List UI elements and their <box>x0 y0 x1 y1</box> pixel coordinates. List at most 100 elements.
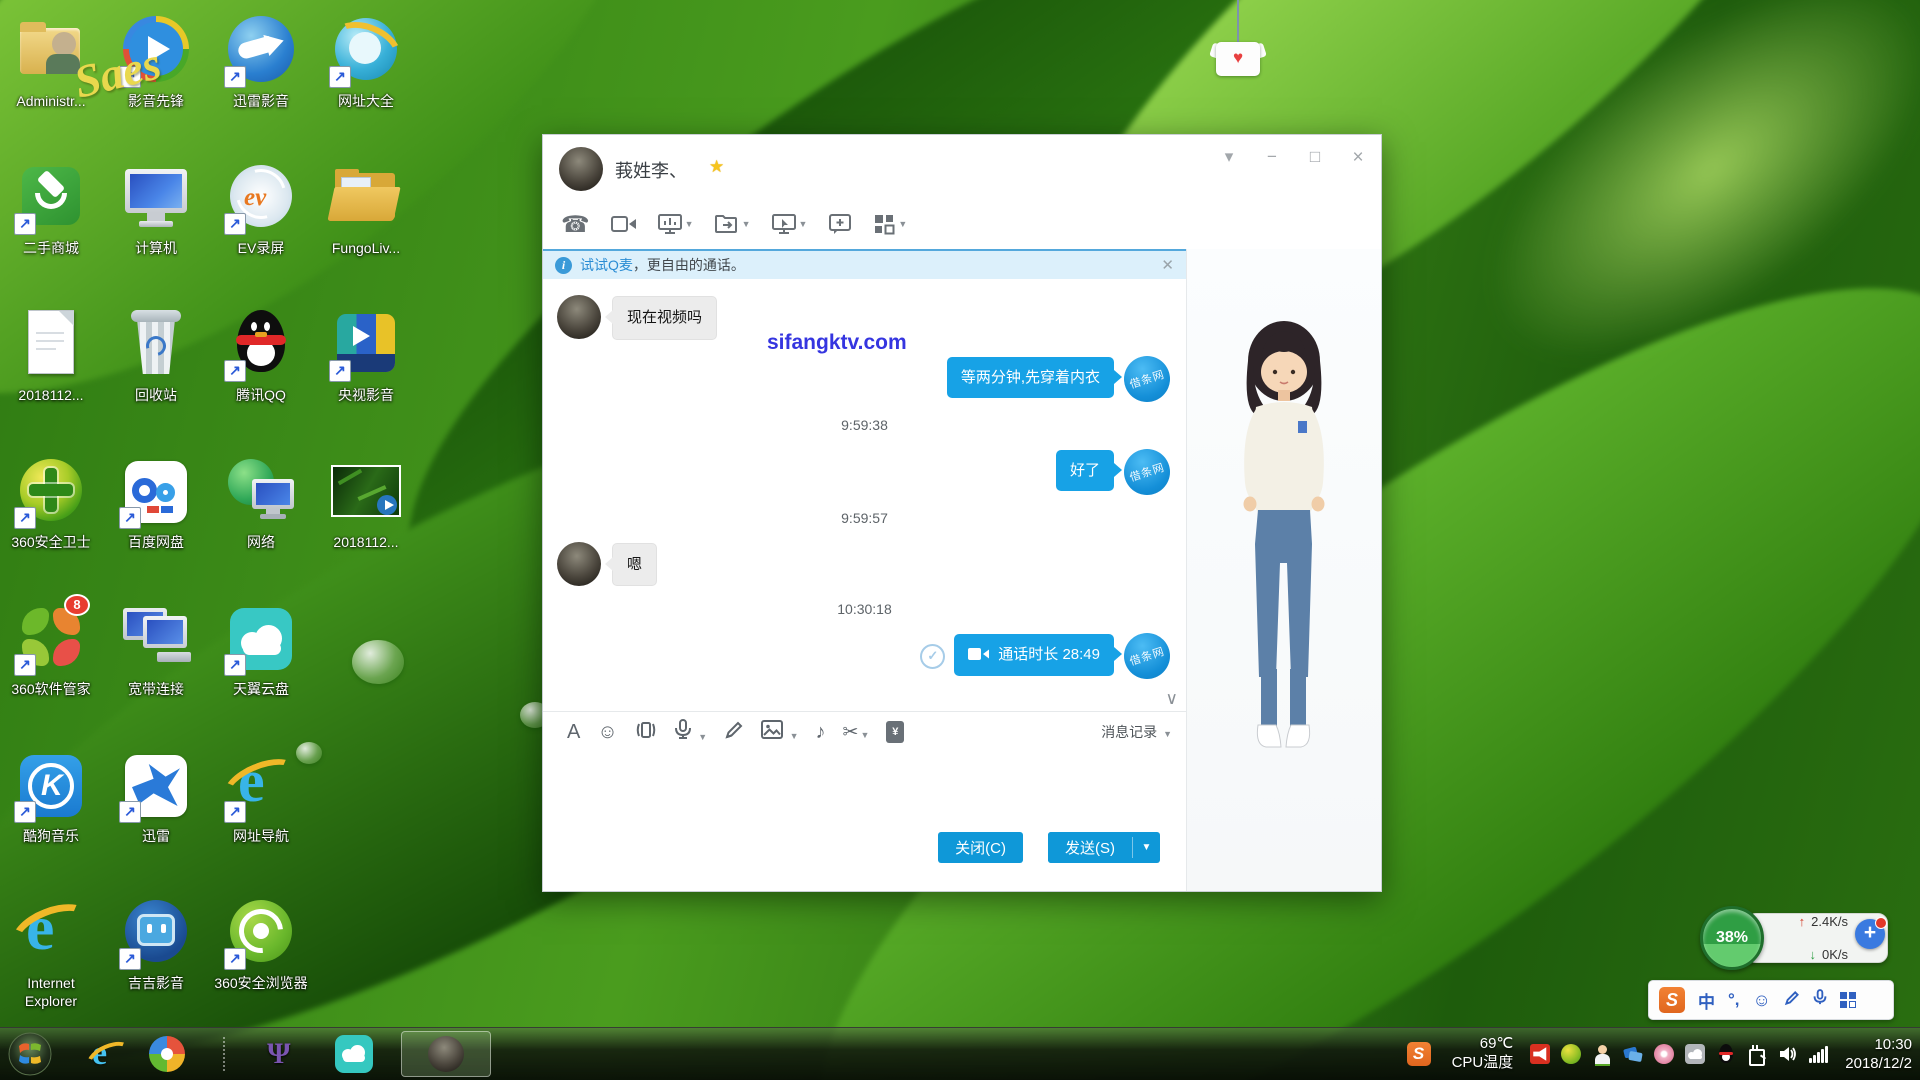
desktop-icon-document[interactable]: 2018112... <box>3 306 99 405</box>
maximize-icon[interactable]: □ <box>1306 147 1324 169</box>
peer-avatar[interactable] <box>557 542 601 586</box>
desktop-icon-network[interactable]: 网络 <box>213 453 309 552</box>
dropdown-caret-icon[interactable]: ▼ <box>1163 729 1172 739</box>
ime-voice-icon[interactable] <box>1813 989 1827 1011</box>
tray-network-signal-icon[interactable] <box>1809 1046 1828 1063</box>
taskbar-sogou-browser[interactable] <box>149 1036 185 1072</box>
message-input-area[interactable] <box>543 752 1186 826</box>
desktop-icon-web-nav[interactable]: ↗ 网址大全 <box>318 12 414 111</box>
desktop-icon-jiji[interactable]: ↗ 吉吉影音 <box>108 894 204 993</box>
memory-percent-ball[interactable]: 38% <box>1700 906 1764 970</box>
tray-ethernet-icon[interactable] <box>1747 1044 1767 1064</box>
dropdown-caret-icon[interactable]: ▼ <box>799 219 808 229</box>
font-icon[interactable]: A <box>567 721 580 744</box>
start-button[interactable] <box>8 1032 52 1076</box>
self-avatar[interactable]: 借条网 <box>1124 633 1170 679</box>
send-options-caret-icon[interactable]: ▼ <box>1133 832 1160 863</box>
desktop-icon-store360[interactable]: ↗ 8 360软件管家 <box>3 600 99 699</box>
close-icon[interactable]: × <box>1349 147 1367 169</box>
dropdown-caret-icon[interactable]: ▼ <box>898 219 907 229</box>
desktop-icon-video-file[interactable]: 2018112... <box>318 453 414 552</box>
desktop-icon-secondhand[interactable]: ↗ 二手商城 <box>3 159 99 258</box>
cpu-temperature[interactable]: 69℃ CPU温度 <box>1452 1035 1514 1073</box>
desktop-icon-ie-nav[interactable]: e ↗ 网址导航 <box>213 747 309 846</box>
desktop-icon-recycle-bin[interactable]: 回收站 <box>108 306 204 405</box>
desktop-icon-folder-live[interactable]: FungoLiv... <box>318 159 414 258</box>
sogou-logo-icon[interactable]: S <box>1659 987 1685 1013</box>
taskbar-active-chat-window[interactable] <box>401 1031 491 1077</box>
tray-flower-icon[interactable] <box>1654 1044 1674 1064</box>
desktop-icon-cbox[interactable]: ↗ 央视影音 <box>318 306 414 405</box>
desktop-icon-ev-rec[interactable]: ev ↗ EV录屏 <box>213 159 309 258</box>
dropdown-caret-icon[interactable]: ▼ <box>698 732 707 742</box>
apps-grid-icon[interactable]: ▼ <box>873 213 907 235</box>
tray-assistant-icon[interactable] <box>1592 1044 1612 1064</box>
ime-toolbox-icon[interactable] <box>1840 992 1856 1008</box>
dropdown-caret-icon[interactable]: ▼ <box>860 730 869 740</box>
desktop-icon-computer[interactable]: 计算机 <box>108 159 204 258</box>
screen-demo-icon[interactable]: ▼ <box>658 213 694 235</box>
notice-close-icon[interactable]: ✕ <box>1161 256 1174 274</box>
voice-call-icon[interactable]: ☎ <box>561 211 590 238</box>
voice-message-icon[interactable]: ▼ <box>674 719 707 745</box>
desktop-icon-cloud189[interactable]: ↗ 天翼云盘 <box>213 600 309 699</box>
tray-qq-icon[interactable] <box>1716 1044 1736 1064</box>
tshirt-hanger-widget[interactable]: ♥ <box>1213 0 1263 82</box>
desktop-icon-qq[interactable]: ↗ 腾讯QQ <box>213 306 309 405</box>
net-speed-widget[interactable]: ↑2.4K/s ↓0K/s 38% + <box>1700 906 1888 970</box>
window-shake-icon[interactable] <box>635 720 657 745</box>
emoji-icon[interactable]: ☺ <box>597 721 617 744</box>
red-packet-icon[interactable]: ¥ <box>886 721 904 743</box>
close-button[interactable]: 关闭(C) <box>938 832 1023 863</box>
qmai-link[interactable]: 试试Q麦 <box>580 255 633 275</box>
message-history-button[interactable]: 消息记录 ▼ <box>1101 722 1172 742</box>
contact-avatar[interactable] <box>559 147 603 191</box>
desktop-icon-safe360[interactable]: ↗ 360安全卫士 <box>3 453 99 552</box>
tray-bankcard-icon[interactable] <box>1623 1044 1643 1064</box>
image-icon[interactable]: ▼ <box>761 720 798 744</box>
desktop-icon-xunlei-player[interactable]: ↗ 迅雷影音 <box>213 12 309 111</box>
accelerate-plus-icon[interactable]: + <box>1855 919 1885 949</box>
group-chat-icon[interactable] <box>828 213 852 235</box>
qq-show-panel[interactable] <box>1186 249 1381 891</box>
screenshot-icon[interactable]: ✂▼ <box>843 721 870 744</box>
self-avatar[interactable]: 借条网 <box>1124 356 1170 402</box>
chat-titlebar[interactable]: 莪姓李、 ★ ▾ − □ × <box>543 135 1381 199</box>
tray-cloud-icon[interactable] <box>1685 1044 1705 1064</box>
tray-clock[interactable]: 10:30 2018/12/2 <box>1845 1035 1912 1074</box>
desktop-icon-browser360[interactable]: ↗ 360安全浏览器 <box>213 894 309 993</box>
minimize-icon[interactable]: − <box>1263 147 1281 169</box>
peer-avatar[interactable] <box>557 295 601 339</box>
dropdown-caret-icon[interactable]: ▼ <box>685 219 694 229</box>
chat-settings-dropdown-icon[interactable]: ▾ <box>1220 147 1238 169</box>
tray-volume-icon[interactable] <box>1778 1044 1798 1064</box>
desktop-icon-kugou[interactable]: K ↗ 酷狗音乐 <box>3 747 99 846</box>
chat-column: i 试试Q麦 ，更自由的通话。 ✕ 现在视频吗 等两分钟,先穿着内衣 借条网9:… <box>543 249 1186 891</box>
desktop-icon-label: 回收站 <box>108 387 204 405</box>
handwriting-icon[interactable] <box>724 720 744 745</box>
send-button[interactable]: 发送(S) <box>1048 832 1132 863</box>
music-icon[interactable]: ♪ <box>816 721 826 744</box>
dropdown-caret-icon[interactable]: ▼ <box>790 731 799 741</box>
scroll-to-bottom-icon[interactable]: ∨ <box>1166 689 1178 709</box>
taskbar-internet-explorer[interactable]: e <box>92 1035 107 1073</box>
desktop-icon-dialup[interactable]: 宽带连接 <box>108 600 204 699</box>
desktop-icon-xunlei[interactable]: ↗ 迅雷 <box>108 747 204 846</box>
video-call-icon[interactable] <box>611 213 637 235</box>
send-file-icon[interactable]: ▼ <box>715 213 751 235</box>
tray-sogou-icon[interactable]: S <box>1407 1042 1431 1066</box>
dropdown-caret-icon[interactable]: ▼ <box>742 219 751 229</box>
taskbar-vagaa[interactable]: Ψ <box>267 1037 290 1071</box>
taskbar-cloud-drive[interactable] <box>335 1035 373 1073</box>
desktop-icon-ie[interactable]: e Internet Explorer <box>3 894 99 1010</box>
ime-emoji-icon[interactable]: ☺ <box>1753 990 1771 1011</box>
tray-megaphone-icon[interactable] <box>1530 1044 1550 1064</box>
desktop-icon-baidupan[interactable]: ↗ 百度网盘 <box>108 453 204 552</box>
call-record-bubble[interactable]: 通话时长 28:49 <box>954 634 1114 676</box>
tray-360-icon[interactable] <box>1561 1044 1581 1064</box>
ime-language-toggle[interactable]: 中 <box>1698 988 1715 1013</box>
ime-handwriting-icon[interactable] <box>1784 990 1800 1011</box>
ime-punctuation-toggle[interactable]: °, <box>1728 990 1740 1010</box>
self-avatar[interactable]: 借条网 <box>1124 449 1170 495</box>
remote-desktop-icon[interactable]: ▼ <box>772 213 808 235</box>
